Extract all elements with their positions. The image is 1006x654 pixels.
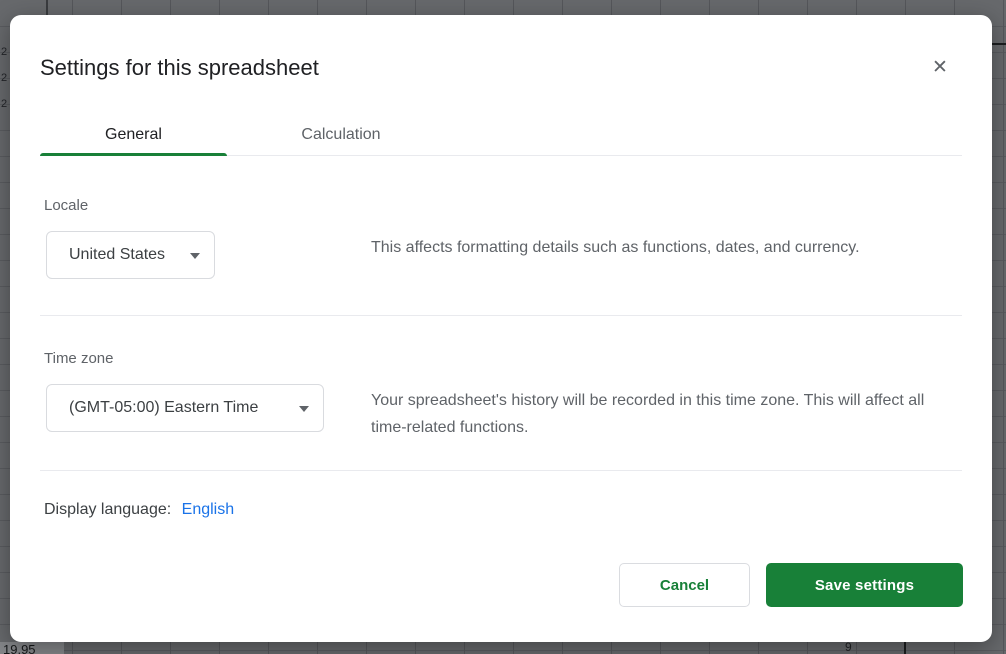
tab-bar: General Calculation [40, 115, 962, 156]
display-language-row: Display language: English [44, 501, 234, 519]
locale-dropdown-value: United States [69, 246, 166, 263]
divider [40, 470, 962, 471]
chevron-down-icon [299, 406, 309, 412]
timezone-label: Time zone [44, 350, 114, 367]
dialog-title: Settings for this spreadsheet [40, 55, 319, 80]
timezone-description: Your spreadsheet's history will be recor… [371, 392, 925, 436]
timezone-dropdown[interactable]: (GMT-05:00) Eastern Time [46, 384, 324, 432]
backdrop-cell-value: 2 [1, 46, 8, 58]
locale-dropdown[interactable]: United States [46, 231, 215, 279]
save-settings-button[interactable]: Save settings [766, 563, 963, 607]
row-border-line [992, 43, 1006, 45]
backdrop-cell-value: 2 [1, 72, 8, 84]
display-language-label: Display language: [44, 501, 172, 518]
dialog-footer: Cancel Save settings [619, 563, 963, 607]
backdrop-cell-value: 9 [845, 640, 852, 654]
chevron-down-icon [190, 253, 200, 259]
column-border-line [46, 0, 48, 15]
settings-dialog: Settings for this spreadsheet ✕ General … [10, 15, 992, 642]
divider [40, 315, 962, 316]
cancel-button[interactable]: Cancel [619, 563, 750, 607]
timezone-dropdown-value: (GMT-05:00) Eastern Time [69, 399, 259, 416]
backdrop-selected-cell: 19.95 [0, 642, 64, 654]
column-border-line [904, 642, 906, 654]
locale-description: This affects formatting details such as … [371, 239, 860, 256]
tab-general[interactable]: General [40, 115, 227, 156]
display-language-link[interactable]: English [182, 501, 234, 518]
tab-calculation[interactable]: Calculation [227, 115, 455, 155]
backdrop-cell-value: 2 [1, 98, 8, 110]
locale-label: Locale [44, 197, 89, 214]
close-icon[interactable]: ✕ [927, 54, 953, 80]
